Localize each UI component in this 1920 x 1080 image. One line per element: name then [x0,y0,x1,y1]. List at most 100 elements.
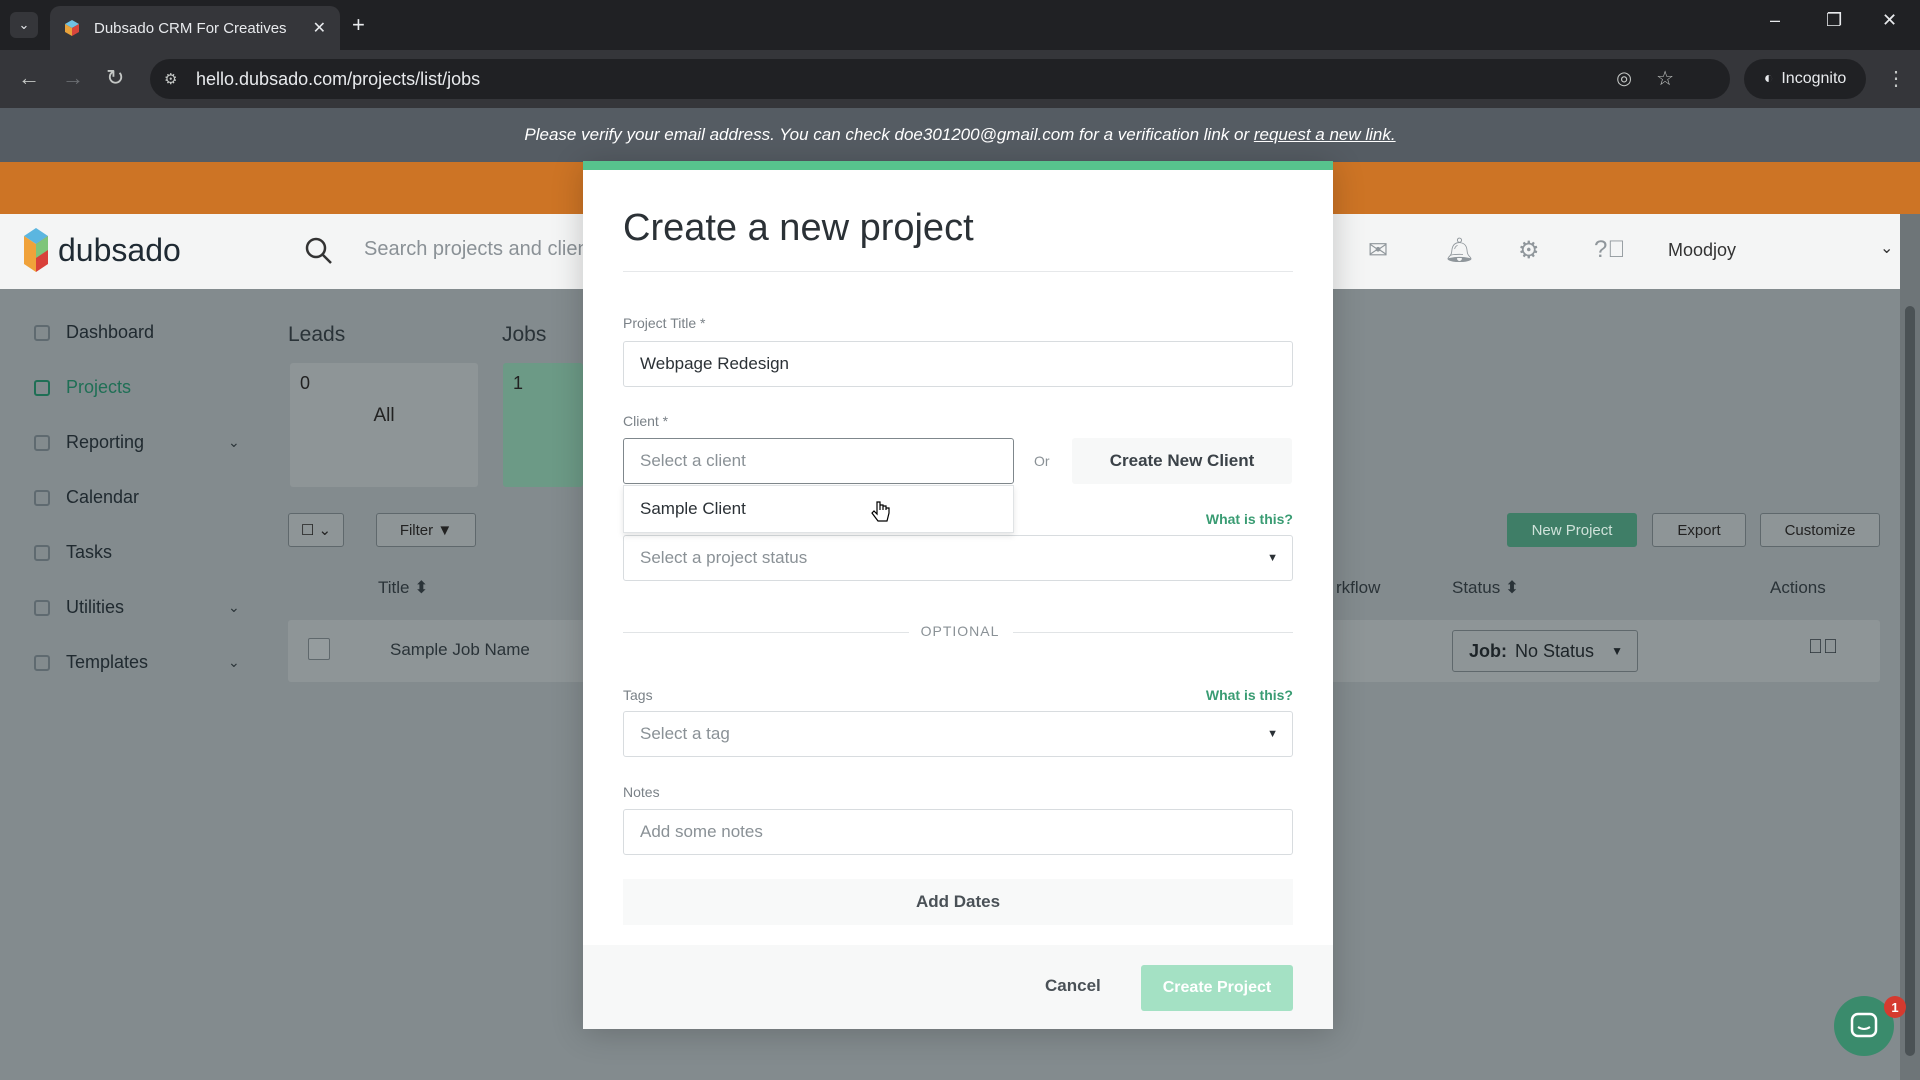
status-value: No Status [1515,640,1595,661]
eye-off-icon[interactable]: ◎ [1616,68,1632,89]
project-title-input[interactable]: Webpage Redesign [623,341,1293,387]
status-placeholder: Select a project status [640,548,808,567]
create-new-client-button[interactable]: Create New Client [1072,438,1292,484]
chevron-down-icon[interactable]: ⌄ [1880,238,1893,258]
divider [623,632,909,633]
client-dropdown-menu: Sample Client [623,485,1014,533]
leads-card-label: All [373,405,395,426]
new-project-button[interactable]: New Project [1507,513,1637,547]
new-tab-icon[interactable]: + [352,12,365,38]
client-label: Client * [623,413,669,429]
sidebar-item-calendar[interactable]: Calendar [34,487,139,508]
site-info-icon[interactable]: ⚙ [164,70,177,88]
templates-icon [34,654,50,671]
chevron-down-icon[interactable]: ⌄ [228,599,240,616]
incognito-icon: ◐ [1763,70,1774,87]
chat-badge: 1 [1884,996,1906,1018]
client-select-input[interactable]: Select a client [623,438,1014,484]
what-is-this-link[interactable]: What is this? [1206,511,1293,527]
divider [623,271,1293,272]
help-icon[interactable]: ?⃝ [1594,236,1625,264]
leads-count: 0 [300,373,311,393]
customize-label: Customize [1784,521,1856,539]
chat-icon [1850,1012,1878,1038]
browser-tab[interactable]: Dubsado CRM For Creatives ✕ [50,6,340,50]
forward-icon[interactable]: → [62,66,84,90]
client-option[interactable]: Sample Client [640,499,746,519]
browser-menu-icon[interactable]: ⋮ [1886,66,1906,91]
user-menu[interactable]: Moodjoy [1668,240,1736,261]
sidebar-item-templates[interactable]: Templates [34,652,148,673]
column-actions: Actions [1770,578,1826,597]
sidebar-item-label: Templates [66,652,149,672]
status-prefix: Job: [1469,640,1507,661]
create-project-button[interactable]: Create Project [1141,965,1293,1011]
sidebar-item-reporting[interactable]: Reporting [34,432,144,453]
jobs-card[interactable]: 1 [503,363,583,487]
sidebar-item-label: Projects [66,377,132,397]
row-title[interactable]: Sample Job Name [390,640,530,660]
back-icon[interactable]: ← [18,66,40,90]
customize-button[interactable]: Customize [1760,513,1880,547]
column-workflow[interactable]: rkflow [1336,578,1380,598]
tags-label: Tags [623,687,653,703]
or-text: Or [1034,453,1050,469]
filter-icon: ▼ [437,521,453,539]
cancel-button[interactable]: Cancel [1045,976,1101,996]
reload-icon[interactable]: ↻ [106,66,124,90]
address-bar[interactable]: ⚙ hello.dubsado.com/projects/list/jobs ◎… [150,59,1730,99]
row-actions-icon[interactable]: ⌄⃝ [1808,636,1838,659]
page-scrollbar[interactable] [1900,214,1920,1080]
select-all-dropdown[interactable]: ☐ ⌄ [288,513,344,547]
utilities-icon [34,599,50,616]
verify-text: Please verify your email address. You ca… [524,125,1250,144]
close-tab-icon[interactable]: ✕ [313,18,326,38]
row-checkbox[interactable] [308,638,330,660]
tab-search-button[interactable]: ⌄ [10,12,38,38]
calendar-icon [34,489,50,506]
notes-input[interactable]: Add some notes [623,809,1293,855]
sidebar-item-label: Calendar [66,487,140,507]
tags-select[interactable]: Select a tag ▼ [623,711,1293,757]
search-icon[interactable] [304,236,334,266]
close-window-icon[interactable]: ✕ [1882,10,1897,31]
minimize-icon[interactable]: – [1770,10,1780,31]
bookmark-star-icon[interactable]: ☆ [1656,66,1674,91]
gear-icon[interactable]: ⚙ [1518,236,1540,265]
incognito-indicator[interactable]: ◐ Incognito [1744,59,1866,99]
url-text[interactable]: hello.dubsado.com/projects/list/jobs [196,69,480,90]
dubsado-favicon-icon [65,20,79,36]
caret-down-icon: ▼ [1611,644,1623,658]
restore-icon[interactable]: ❐ [1826,10,1842,31]
sidebar-item-projects[interactable]: Projects [34,377,131,398]
status-select[interactable]: Job: No Status ▼ [1452,630,1638,672]
add-dates-button[interactable]: Add Dates [623,879,1293,925]
scrollbar-thumb[interactable] [1905,306,1915,1056]
chevron-down-icon[interactable]: ⌄ [228,654,240,671]
jobs-count: 1 [513,373,524,393]
request-link[interactable]: request a new link. [1254,125,1396,144]
search-input[interactable]: Search projects and client [364,238,594,261]
dubsado-logo[interactable]: dubsado [22,228,181,272]
sidebar-item-tasks[interactable]: Tasks [34,542,112,563]
projects-icon [34,379,50,396]
bell-icon[interactable]: 🔔︎ [1444,236,1474,265]
leads-card[interactable]: 0 All [290,363,478,487]
what-is-this-link[interactable]: What is this? [1206,687,1293,703]
tasks-icon [34,544,50,561]
chevron-down-icon[interactable]: ⌄ [228,434,240,451]
sidebar-item-label: Tasks [66,542,113,562]
leads-heading: Leads [288,323,346,346]
column-title[interactable]: Title ⬍ [378,578,428,598]
sidebar-item-utilities[interactable]: Utilities [34,597,124,618]
verify-email-banner: Please verify your email address. You ca… [0,108,1920,162]
export-button[interactable]: Export [1652,513,1746,547]
new-project-label: New Project [1531,521,1613,539]
mail-icon[interactable]: ✉ [1368,236,1388,265]
sidebar-item-dashboard[interactable]: Dashboard [34,322,154,343]
column-status[interactable]: Status ⬍ [1452,578,1519,598]
project-status-select[interactable]: Select a project status ▼ [623,535,1293,581]
sidebar-item-label: Utilities [66,597,125,617]
jobs-heading: Jobs [502,323,547,346]
filter-button[interactable]: Filter ▼ [376,513,476,547]
